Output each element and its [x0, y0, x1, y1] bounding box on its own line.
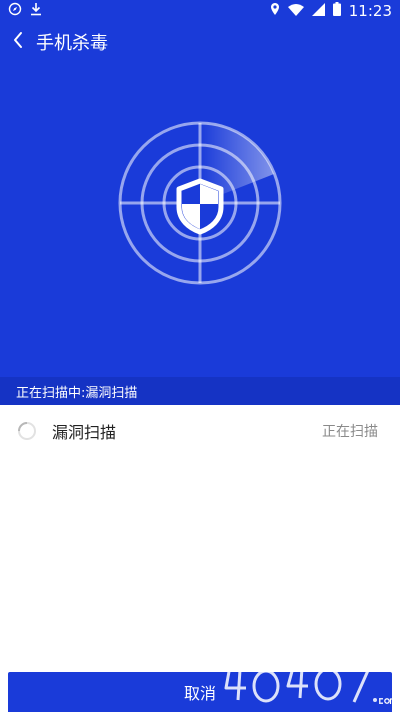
status-right: 11:23: [270, 2, 392, 20]
download-icon: [30, 2, 42, 20]
status-bar: 11:23: [0, 0, 400, 22]
spinner-icon: [16, 420, 38, 442]
list-item: 漏洞扫描 正在扫描: [0, 405, 400, 457]
page-title: 手机杀毒: [36, 33, 108, 54]
location-icon: [270, 2, 280, 20]
hero-panel: [0, 62, 400, 377]
scan-item-label: 漏洞扫描: [52, 423, 117, 442]
scan-status-bar: 正在扫描中:漏洞扫描: [0, 377, 400, 405]
status-left: [8, 2, 42, 20]
chevron-left-icon: [12, 31, 24, 53]
scan-list: 漏洞扫描 正在扫描: [0, 405, 400, 457]
status-time: 11:23: [348, 2, 392, 20]
wifi-icon: [287, 3, 304, 20]
compass-icon: [8, 2, 22, 20]
battery-icon: [332, 2, 341, 20]
app-header: 手机杀毒: [0, 22, 400, 62]
cancel-button[interactable]: 取消: [8, 672, 392, 712]
shield-icon: [176, 178, 224, 235]
back-button[interactable]: [0, 22, 36, 62]
cancel-button-label: 取消: [183, 684, 216, 703]
radar-icon: [117, 120, 283, 290]
signal-icon: [311, 2, 325, 20]
scan-status-text: 正在扫描中:漏洞扫描: [16, 385, 138, 401]
scan-item-status: 正在扫描: [322, 424, 378, 440]
